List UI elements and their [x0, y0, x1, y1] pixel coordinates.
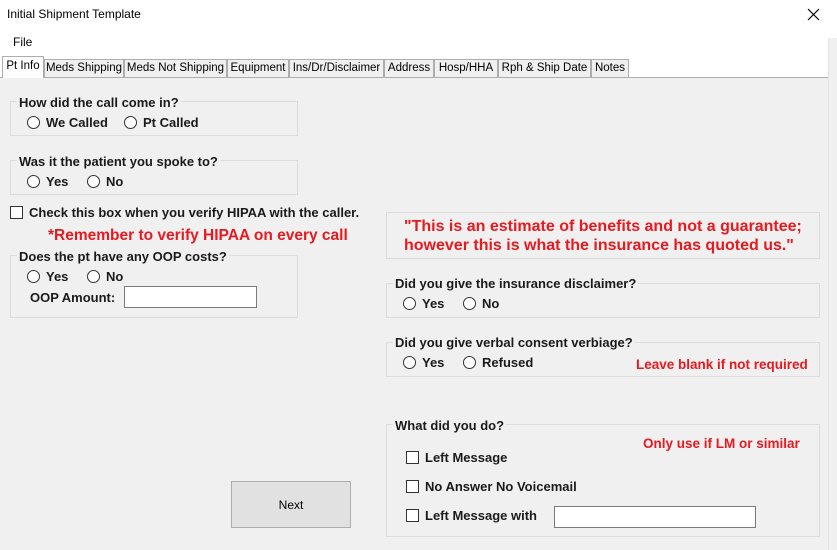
- radio-spoke-no[interactable]: No: [87, 174, 123, 189]
- radio-consent-refused[interactable]: Refused: [463, 355, 533, 370]
- radio-circle[interactable]: [124, 116, 137, 129]
- checkbox-left-message-with[interactable]: Left Message with: [406, 508, 537, 523]
- checkbox-box[interactable]: [406, 480, 419, 493]
- estimate-line-1: "This is an estimate of benefits and not…: [404, 218, 802, 235]
- radio-circle[interactable]: [87, 175, 100, 188]
- hipaa-checkbox[interactable]: Check this box when you verify HIPAA wit…: [10, 205, 359, 220]
- hipaa-reminder: *Remember to verify HIPAA on every call: [48, 227, 348, 244]
- radio-circle[interactable]: [87, 270, 100, 283]
- tab-pt-info[interactable]: Pt Info: [2, 56, 44, 78]
- radio-oop-no[interactable]: No: [87, 269, 123, 284]
- tab-ins-dr-disclaimer[interactable]: Ins/Dr/Disclaimer: [289, 59, 384, 78]
- radio-circle[interactable]: [27, 175, 40, 188]
- tab-hosp-hha[interactable]: Hosp/HHA: [434, 59, 498, 78]
- disclaimer-question: Did you give the insurance disclaimer?: [393, 276, 639, 291]
- estimate-line-2: however this is what the insurance has q…: [404, 237, 794, 254]
- tab-meds-shipping[interactable]: Meds Shipping: [44, 59, 124, 78]
- tab-equipment[interactable]: Equipment: [227, 59, 289, 78]
- radio-consent-yes[interactable]: Yes: [403, 355, 444, 370]
- checkbox-left-message[interactable]: Left Message: [406, 450, 507, 465]
- window-title: Initial Shipment Template: [7, 7, 141, 21]
- what-did-question: What did you do?: [393, 418, 507, 433]
- radio-spoke-yes[interactable]: Yes: [27, 174, 68, 189]
- radio-circle[interactable]: [403, 356, 416, 369]
- radio-disclaimer-no[interactable]: No: [463, 296, 499, 311]
- title-bar: Initial Shipment Template: [0, 0, 837, 30]
- what-did-note: Only use if LM or similar: [643, 436, 800, 451]
- radio-circle[interactable]: [403, 297, 416, 310]
- checkbox-no-answer[interactable]: No Answer No Voicemail: [406, 479, 577, 494]
- tab-notes[interactable]: Notes: [591, 59, 629, 78]
- oop-question: Does the pt have any OOP costs?: [17, 249, 229, 264]
- radio-circle[interactable]: [27, 116, 40, 129]
- next-button[interactable]: Next: [231, 481, 351, 528]
- tab-address[interactable]: Address: [384, 59, 434, 78]
- radio-circle[interactable]: [463, 356, 476, 369]
- radio-oop-yes[interactable]: Yes: [27, 269, 68, 284]
- menu-file[interactable]: File: [13, 35, 32, 49]
- checkbox-box[interactable]: [406, 451, 419, 464]
- menu-bar: File: [0, 31, 837, 53]
- oop-amount-input[interactable]: [124, 286, 257, 308]
- window-edge: [828, 38, 837, 550]
- checkbox-box[interactable]: [406, 509, 419, 522]
- call-question: How did the call come in?: [17, 95, 181, 110]
- tab-meds-not-shipping[interactable]: Meds Not Shipping: [124, 59, 227, 78]
- consent-note: Leave blank if not required: [636, 357, 808, 372]
- consent-question: Did you give verbal consent verbiage?: [393, 335, 635, 350]
- close-icon: [807, 8, 820, 21]
- radio-pt-called[interactable]: Pt Called: [124, 115, 199, 130]
- radio-circle[interactable]: [463, 297, 476, 310]
- spoke-question: Was it the patient you spoke to?: [17, 154, 220, 169]
- oop-amount-label: OOP Amount:: [30, 290, 116, 305]
- radio-we-called[interactable]: We Called: [27, 115, 108, 130]
- left-message-with-input[interactable]: [554, 506, 756, 528]
- radio-circle[interactable]: [27, 270, 40, 283]
- radio-disclaimer-yes[interactable]: Yes: [403, 296, 444, 311]
- checkbox-box[interactable]: [10, 206, 23, 219]
- tab-strip: Pt Info Meds Shipping Meds Not Shipping …: [0, 56, 837, 78]
- close-button[interactable]: [793, 0, 837, 30]
- tab-rph-ship-date[interactable]: Rph & Ship Date: [498, 59, 591, 78]
